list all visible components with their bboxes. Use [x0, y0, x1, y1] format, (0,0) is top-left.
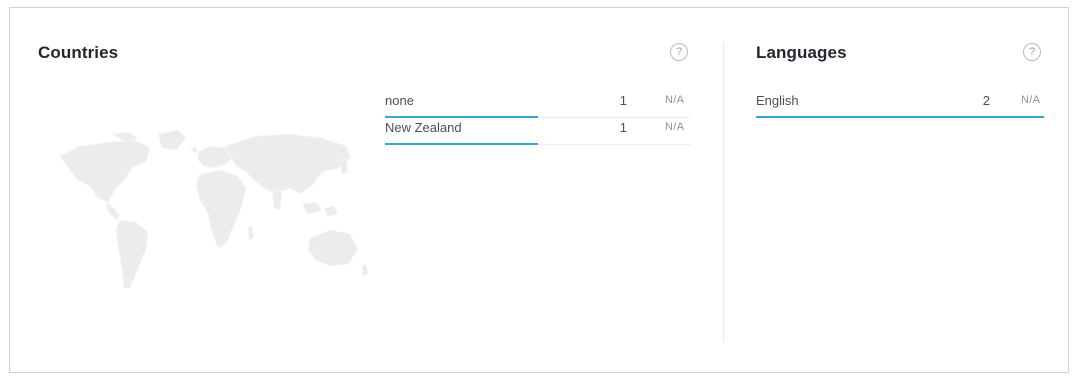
languages-help-icon[interactable]: ?: [1023, 43, 1041, 61]
language-share: N/A: [1021, 94, 1041, 106]
section-divider: [723, 42, 724, 342]
country-count: 1: [619, 120, 627, 135]
language-bar: [756, 116, 1044, 118]
country-share: N/A: [665, 94, 685, 106]
country-count: 1: [619, 93, 627, 108]
language-label: English: [756, 93, 799, 108]
country-label: none: [385, 93, 414, 108]
language-count: 2: [982, 93, 990, 108]
stats-card: Countries ? none 1 N/A New Zealand 1 N/A…: [9, 7, 1069, 373]
languages-title: Languages: [756, 43, 847, 62]
country-bar: [385, 143, 538, 145]
country-share: N/A: [665, 121, 685, 133]
world-map: [59, 129, 369, 289]
country-label: New Zealand: [385, 120, 462, 135]
countries-help-icon[interactable]: ?: [670, 43, 688, 61]
country-row-new-zealand[interactable]: New Zealand 1 N/A: [385, 112, 691, 145]
language-row-english[interactable]: English 2 N/A: [756, 85, 1044, 118]
countries-title: Countries: [38, 43, 119, 62]
